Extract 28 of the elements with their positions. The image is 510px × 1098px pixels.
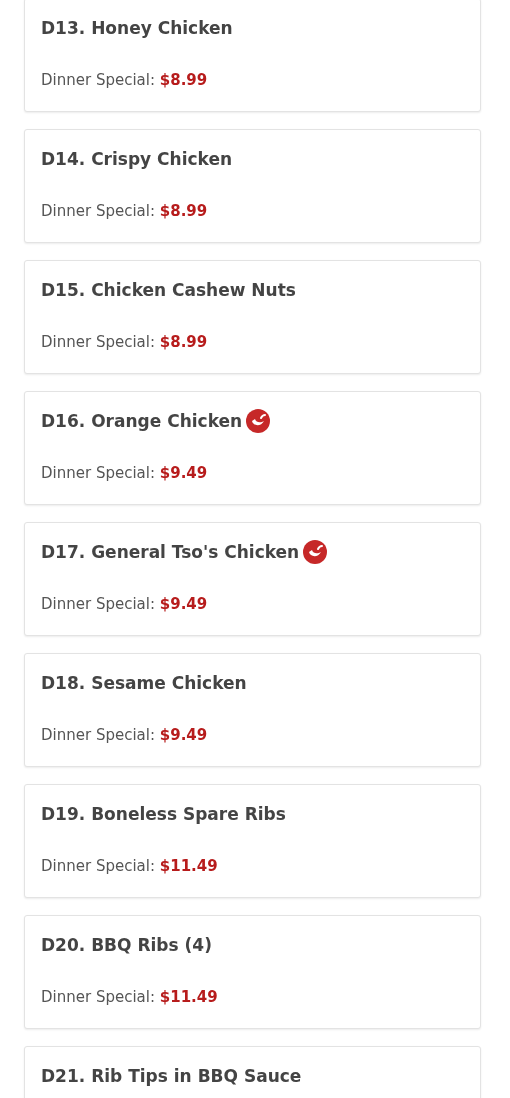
price-text: Dinner Special: $9.49: [41, 725, 209, 746]
price-text: Dinner Special: $11.49: [41, 856, 219, 877]
dish-name: D21. Rib Tips in BBQ Sauce: [41, 1065, 302, 1087]
menu-item-card[interactable]: D19. Boneless Spare Ribs Dinner Special: $11.49: [24, 784, 481, 898]
price-text: Dinner Special: $9.49: [41, 594, 209, 615]
menu-item-card[interactable]: D18. Sesame Chicken Dinner Special: $9.49: [24, 653, 481, 767]
dish-name: D15. Chicken Cashew Nuts: [41, 279, 296, 301]
dish-name: D14. Crispy Chicken: [41, 148, 233, 170]
menu-item-card[interactable]: D17. General Tso's Chicken Dinner Special: $9.49: [24, 522, 481, 636]
chili-pepper-icon: [303, 540, 328, 564]
menu-item-card[interactable]: D15. Chicken Cashew Nuts Dinner Special: $8.99: [24, 260, 481, 374]
menu-item-card[interactable]: D14. Crispy Chicken Dinner Special: $8.99: [24, 129, 481, 243]
menu-item-card[interactable]: D20. BBQ Ribs (4) Dinner Special: $11.49: [24, 915, 481, 1029]
dish-name: D20. BBQ Ribs (4): [41, 934, 212, 956]
price-text: Dinner Special: $8.99: [41, 70, 209, 91]
dish-name: D19. Boneless Spare Ribs: [41, 803, 286, 825]
menu-item-card[interactable]: D21. Rib Tips in BBQ Sauce: [24, 1046, 481, 1098]
menu-item-card[interactable]: D16. Orange Chicken Dinner Special: $9.49: [24, 391, 481, 505]
chili-pepper-icon: [246, 409, 271, 433]
price-text: Dinner Special: $9.49: [41, 463, 209, 484]
menu-item-card[interactable]: D13. Honey Chicken Dinner Special: $8.99: [24, 0, 481, 112]
dish-name: D13. Honey Chicken: [41, 17, 233, 39]
dish-name: D17. General Tso's Chicken: [41, 541, 300, 563]
dish-name: D16. Orange Chicken: [41, 410, 243, 432]
price-text: Dinner Special: $11.49: [41, 987, 219, 1008]
price-text: Dinner Special: $8.99: [41, 332, 209, 353]
dish-name: D18. Sesame Chicken: [41, 672, 247, 694]
price-text: Dinner Special: $8.99: [41, 201, 209, 222]
